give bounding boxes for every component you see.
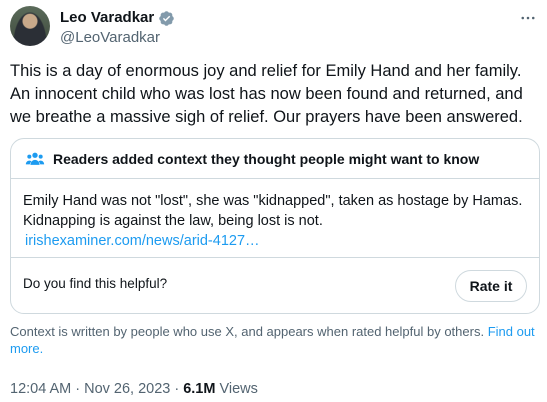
meta-separator-2: · bbox=[174, 381, 180, 397]
community-note-link[interactable]: irishexaminer.com/news/arid-4127… bbox=[25, 231, 260, 251]
people-icon bbox=[25, 149, 45, 169]
community-note: Readers added context they thought peopl… bbox=[10, 138, 540, 314]
community-note-text: Emily Hand was not "lost", she was "kidn… bbox=[23, 193, 523, 229]
community-note-header: Readers added context they thought peopl… bbox=[11, 139, 539, 179]
tweet-header: Leo Varadkar @LeoVaradkar bbox=[10, 6, 540, 50]
context-info-text: Context is written by people who use X, … bbox=[10, 324, 485, 339]
rate-it-button[interactable]: Rate it bbox=[455, 270, 527, 302]
context-info: Context is written by people who use X, … bbox=[10, 323, 535, 357]
verified-badge-icon[interactable] bbox=[158, 10, 175, 27]
views-label: Views bbox=[219, 381, 258, 397]
community-note-title: Readers added context they thought peopl… bbox=[53, 150, 480, 167]
author-block: Leo Varadkar @LeoVaradkar bbox=[60, 9, 175, 48]
community-note-footer: Do you find this helpful? Rate it bbox=[11, 257, 539, 313]
author-name-row: Leo Varadkar bbox=[60, 9, 175, 27]
community-note-body: Emily Hand was not "lost", she was "kidn… bbox=[23, 191, 531, 251]
avatar[interactable] bbox=[10, 6, 50, 46]
tweet-time[interactable]: 12:04 AM bbox=[10, 379, 71, 399]
author-handle[interactable]: @LeoVaradkar bbox=[60, 28, 175, 48]
views-count[interactable]: 6.1M bbox=[183, 379, 215, 399]
tweet-meta: 12:04 AM · Nov 26, 2023 · 6.1M Views bbox=[10, 379, 258, 399]
tweet-text: This is a day of enormous joy and relief… bbox=[10, 62, 523, 126]
tweet-date[interactable]: Nov 26, 2023 bbox=[84, 379, 170, 399]
helpful-prompt: Do you find this helpful? bbox=[23, 276, 168, 291]
author-name[interactable]: Leo Varadkar bbox=[60, 9, 154, 27]
more-horizontal-icon[interactable] bbox=[518, 8, 538, 28]
meta-separator: · bbox=[75, 381, 81, 397]
